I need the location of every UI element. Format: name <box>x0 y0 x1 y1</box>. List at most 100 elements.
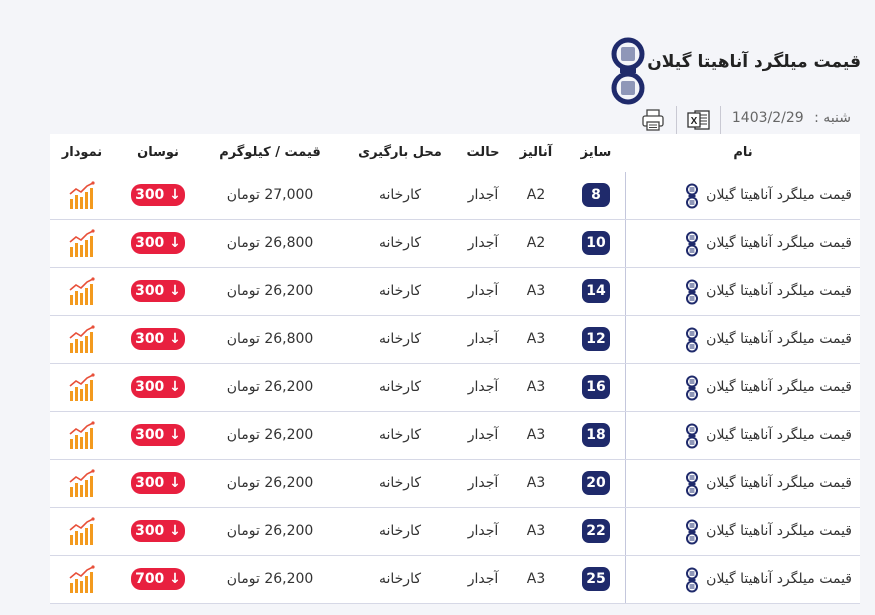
location-cell: کارخانه <box>378 283 421 299</box>
column-header-name[interactable]: نام <box>626 134 860 172</box>
name-cell: قیمت میلگرد آناهیتا گیلان <box>625 508 860 555</box>
product-name[interactable]: قیمت میلگرد آناهیتا گیلان <box>706 412 852 459</box>
change-cell: 300 ↓ <box>122 364 194 411</box>
size-badge: 22 <box>582 519 610 543</box>
product-name[interactable]: قیمت میلگرد آناهیتا گیلان <box>706 364 852 411</box>
column-header-size[interactable]: سایز <box>556 134 636 172</box>
change-cell: 300 ↓ <box>122 508 194 555</box>
size-badge: 25 <box>582 567 610 591</box>
name-cell: قیمت میلگرد آناهیتا گیلان <box>625 268 860 315</box>
size-badge: 18 <box>582 423 610 447</box>
chart-button[interactable] <box>50 412 114 459</box>
brand-logo-icon <box>611 37 645 105</box>
print-button[interactable] <box>640 107 666 133</box>
change-cell: 300 ↓ <box>122 172 194 219</box>
size-badge: 14 <box>582 279 610 303</box>
page-title: قیمت میلگرد آناهیتا گیلان <box>647 52 861 72</box>
product-name[interactable]: قیمت میلگرد آناهیتا گیلان <box>706 460 852 507</box>
chart-icon <box>69 565 95 593</box>
price-change-badge: 700 ↓ <box>131 568 185 590</box>
location-cell: کارخانه <box>378 331 421 347</box>
name-cell: قیمت میلگرد آناهیتا گیلان <box>625 460 860 507</box>
price-cell: 26,200 تومان <box>226 283 314 299</box>
name-cell: قیمت میلگرد آناهیتا گیلان <box>625 412 860 459</box>
price-cell: 26,800 تومان <box>226 235 314 251</box>
product-name[interactable]: قیمت میلگرد آناهیتا گیلان <box>706 220 852 267</box>
table-row[interactable]: قیمت میلگرد آناهیتا گیلان 10 A2 آجدار کا… <box>50 220 860 268</box>
price-cell: 26,200 تومان <box>226 523 314 539</box>
column-header-price[interactable]: قیمت / کیلوگرم <box>200 134 340 172</box>
change-cell: 300 ↓ <box>122 316 194 363</box>
location-cell: کارخانه <box>378 523 421 539</box>
excel-export-button[interactable]: X <box>686 107 712 133</box>
table-row[interactable]: قیمت میلگرد آناهیتا گیلان 14 A3 آجدار کا… <box>50 268 860 316</box>
chart-button[interactable] <box>50 460 114 507</box>
location-cell: کارخانه <box>378 187 421 203</box>
location-cell: کارخانه <box>378 235 421 251</box>
size-cell: 14 <box>556 268 636 315</box>
change-cell: 300 ↓ <box>122 220 194 267</box>
price-change-badge: 300 ↓ <box>131 376 185 398</box>
name-cell: قیمت میلگرد آناهیتا گیلان <box>625 172 860 219</box>
product-name[interactable]: قیمت میلگرد آناهیتا گیلان <box>706 172 852 219</box>
brand-logo-icon <box>686 375 699 400</box>
date-value: 1403/2/29 <box>731 110 804 126</box>
table-row[interactable]: قیمت میلگرد آناهیتا گیلان 20 A3 آجدار کا… <box>50 460 860 508</box>
brand-logo-icon <box>686 471 699 496</box>
chart-button[interactable] <box>50 268 114 315</box>
name-cell: قیمت میلگرد آناهیتا گیلان <box>625 556 860 603</box>
chart-icon <box>69 469 95 497</box>
table-row[interactable]: قیمت میلگرد آناهیتا گیلان 22 A3 آجدار کا… <box>50 508 860 556</box>
price-cell: 27,000 تومان <box>226 187 314 203</box>
product-name[interactable]: قیمت میلگرد آناهیتا گیلان <box>706 316 852 363</box>
price-change-badge: 300 ↓ <box>131 520 185 542</box>
table-row[interactable]: قیمت میلگرد آناهیتا گیلان 12 A3 آجدار کا… <box>50 316 860 364</box>
price-change-badge: 300 ↓ <box>131 280 185 302</box>
price-cell: 26,200 تومان <box>226 571 314 587</box>
size-cell: 12 <box>556 316 636 363</box>
price-cell: 26,800 تومان <box>226 331 314 347</box>
column-header-chart[interactable]: نمودار <box>50 134 114 172</box>
brand-logo-icon <box>686 327 699 352</box>
column-header-change[interactable]: نوسان <box>122 134 194 172</box>
size-cell: 16 <box>556 364 636 411</box>
chart-button[interactable] <box>50 220 114 267</box>
excel-letter: X <box>691 116 698 127</box>
name-cell: قیمت میلگرد آناهیتا گیلان <box>625 364 860 411</box>
brand-logo-icon <box>686 423 699 448</box>
chart-icon <box>69 373 95 401</box>
chart-button[interactable] <box>50 172 114 219</box>
price-cell: 26,200 تومان <box>226 427 314 443</box>
table-row[interactable]: قیمت میلگرد آناهیتا گیلان 8 A2 آجدار کار… <box>50 172 860 220</box>
chart-icon <box>69 181 95 209</box>
table-row[interactable]: قیمت میلگرد آناهیتا گیلان 18 A3 آجدار کا… <box>50 412 860 460</box>
separator <box>676 106 677 134</box>
brand-logo-icon <box>686 183 699 208</box>
price-change-badge: 300 ↓ <box>131 472 185 494</box>
size-cell: 18 <box>556 412 636 459</box>
chart-button[interactable] <box>50 508 114 555</box>
location-cell: کارخانه <box>378 571 421 587</box>
product-name[interactable]: قیمت میلگرد آناهیتا گیلان <box>706 268 852 315</box>
size-cell: 22 <box>556 508 636 555</box>
chart-icon <box>69 229 95 257</box>
chart-icon <box>69 421 95 449</box>
chart-button[interactable] <box>50 556 114 603</box>
product-name[interactable]: قیمت میلگرد آناهیتا گیلان <box>706 508 852 555</box>
table-row[interactable]: قیمت میلگرد آناهیتا گیلان 25 A3 آجدار کا… <box>50 556 860 604</box>
price-cell: 26,200 تومان <box>226 475 314 491</box>
product-name[interactable]: قیمت میلگرد آناهیتا گیلان <box>706 556 852 603</box>
chart-button[interactable] <box>50 364 114 411</box>
printer-icon <box>642 109 664 131</box>
brand-logo-icon <box>686 519 699 544</box>
size-badge: 10 <box>582 231 610 255</box>
table-row[interactable]: قیمت میلگرد آناهیتا گیلان 16 A3 آجدار کا… <box>50 364 860 412</box>
size-cell: 10 <box>556 220 636 267</box>
chart-icon <box>69 517 95 545</box>
date-label: شنبه : <box>814 110 851 126</box>
chart-button[interactable] <box>50 316 114 363</box>
column-header-location[interactable]: محل بارگیری <box>340 134 460 172</box>
price-table: نام سایز آنالیز حالت محل بارگیری قیمت / … <box>50 134 860 604</box>
price-cell: 26,200 تومان <box>226 379 314 395</box>
size-cell: 20 <box>556 460 636 507</box>
